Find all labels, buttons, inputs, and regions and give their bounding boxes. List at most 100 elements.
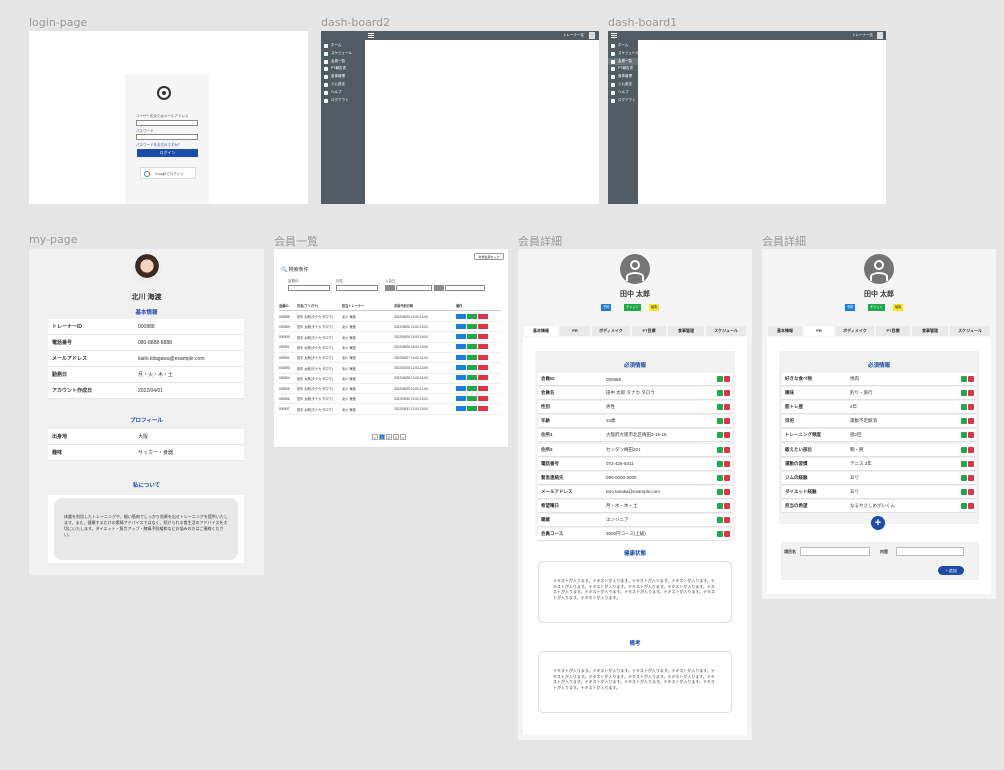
table-row[interactable]: 000896 田中 太郎(タナカ タロウ) 北川 海渡 2022/05/30 12:0… xyxy=(279,394,501,405)
new-member-button[interactable]: 新規会員を入力 xyxy=(474,253,504,260)
detail-button[interactable] xyxy=(456,365,466,370)
date-to-input[interactable] xyxy=(434,285,444,291)
delete-icon[interactable] xyxy=(968,446,974,453)
delete-button[interactable] xyxy=(478,365,488,370)
sidebar-item-reports[interactable]: PT報告書 xyxy=(321,65,365,73)
edit-icon[interactable] xyxy=(961,376,967,383)
menu-icon[interactable] xyxy=(611,33,617,38)
delete-button[interactable] xyxy=(478,395,488,401)
table-row[interactable]: 000888 田中 太郎(タナカ タロウ) 北川 海渡 2022/05/25 12:0… xyxy=(279,312,501,322)
delete-button[interactable] xyxy=(478,334,488,340)
delete-icon[interactable] xyxy=(968,390,974,397)
detail-button[interactable] xyxy=(456,313,466,319)
delete-icon[interactable] xyxy=(724,488,730,495)
page-button[interactable]: 1 xyxy=(379,434,385,440)
tab-2[interactable]: ボディメイク xyxy=(836,326,874,336)
sidebar-item-members[interactable]: 会員一覧 xyxy=(608,57,638,66)
login-button[interactable]: ログイン xyxy=(137,149,198,157)
delete-icon[interactable] xyxy=(724,474,730,481)
username-input[interactable] xyxy=(136,120,198,126)
user-avatar[interactable] xyxy=(877,32,883,39)
add-item-button[interactable]: + 追加 xyxy=(938,566,964,575)
delete-button[interactable] xyxy=(478,344,488,350)
delete-icon[interactable] xyxy=(724,446,730,453)
page-button[interactable]: > xyxy=(400,434,406,440)
page-button[interactable]: 3 xyxy=(393,434,399,440)
edit-button[interactable] xyxy=(467,365,477,370)
table-row[interactable]: 000890 田中 太郎(タナカ タロウ) 北川 海渡 2022/05/26 15:0… xyxy=(279,333,501,343)
edit-icon[interactable] xyxy=(961,488,967,495)
edit-icon[interactable] xyxy=(717,488,723,495)
table-row[interactable]: 000894 田中 太郎(タナカ タロウ) 北川 海渡 2022/05/28 13:0… xyxy=(279,374,501,384)
edit-icon[interactable] xyxy=(717,418,723,425)
delete-icon[interactable] xyxy=(724,390,730,397)
date-to-value-input[interactable] xyxy=(445,285,485,291)
edit-icon[interactable] xyxy=(717,531,723,538)
page-button[interactable]: 2 xyxy=(386,434,392,440)
chat-button[interactable]: チャット xyxy=(868,304,885,311)
delete-icon[interactable] xyxy=(724,432,730,439)
edit-button[interactable] xyxy=(467,334,477,340)
sidebar-item-schedule[interactable]: スケジュール xyxy=(321,50,365,58)
edit-icon[interactable] xyxy=(961,446,967,453)
sidebar-item-help[interactable]: ヘルプ xyxy=(608,89,638,97)
add-item-plus-icon[interactable]: + xyxy=(871,516,885,530)
tab-5[interactable]: スケジュール xyxy=(950,326,990,336)
edit-icon[interactable] xyxy=(717,432,723,439)
edit-button[interactable]: 編集 xyxy=(649,304,660,311)
tab-1[interactable]: PR xyxy=(804,326,834,336)
sidebar-item-home[interactable]: ホーム xyxy=(321,42,365,50)
table-row[interactable]: 000891 田中 太郎(タナカ タロウ) 北川 海渡 2022/05/26 18:0… xyxy=(279,343,501,353)
delete-icon[interactable] xyxy=(724,502,730,509)
member-id-input[interactable] xyxy=(288,285,330,291)
edit-icon[interactable] xyxy=(717,474,723,481)
edit-icon[interactable] xyxy=(961,390,967,397)
menu-icon[interactable] xyxy=(368,33,374,38)
detail-button[interactable] xyxy=(456,334,466,340)
tab-4[interactable]: 食事管理 xyxy=(912,326,948,336)
trainer-name[interactable]: トレーナー名 xyxy=(852,33,873,38)
sidebar-item-gym[interactable]: ジム設定 xyxy=(608,81,638,89)
tab-1[interactable]: PR xyxy=(560,326,590,336)
delete-icon[interactable] xyxy=(968,460,974,467)
delete-icon[interactable] xyxy=(724,531,730,538)
delete-icon[interactable] xyxy=(724,460,730,467)
item-name-input[interactable] xyxy=(800,547,870,556)
delete-icon[interactable] xyxy=(968,432,974,439)
delete-icon[interactable] xyxy=(724,517,730,524)
table-row[interactable]: 000889 田中 太郎(タナカ タロウ) 北川 海渡 2022/05/26 12:0… xyxy=(279,322,501,333)
tab-4[interactable]: 食事管理 xyxy=(668,326,704,336)
tab-2[interactable]: ボディメイク xyxy=(592,326,630,336)
forgot-password-link[interactable]: パスワードをお忘れですか？ xyxy=(136,143,181,148)
sidebar-item-members[interactable]: 会員一覧 xyxy=(321,58,365,66)
edit-icon[interactable] xyxy=(717,390,723,397)
sidebar-item-help[interactable]: ヘルプ xyxy=(321,89,365,97)
detail-button[interactable] xyxy=(456,395,466,401)
edit-icon[interactable] xyxy=(961,418,967,425)
password-input[interactable] xyxy=(136,134,198,140)
trainer-name[interactable]: トレーナー名 xyxy=(563,33,584,38)
item-content-input[interactable] xyxy=(896,547,964,556)
sidebar-item-meals[interactable]: 食事管理 xyxy=(608,73,638,81)
table-row[interactable]: 000897 田中 太郎(タナカ タロウ) 北川 海渡 2022/05/31 12:0… xyxy=(279,405,501,415)
detail-button[interactable] xyxy=(456,344,466,350)
date-input[interactable] xyxy=(396,285,432,291)
edit-icon[interactable] xyxy=(717,446,723,453)
detail-button[interactable] xyxy=(456,406,466,412)
tab-0[interactable]: 基本情報 xyxy=(524,326,558,336)
edit-icon[interactable] xyxy=(961,502,967,509)
tab-3[interactable]: PT目標 xyxy=(876,326,910,336)
delete-icon[interactable] xyxy=(968,404,974,411)
table-row[interactable]: 000895 田中 太郎(タナカ タロウ) 北川 海渡 2022/05/29 10:0… xyxy=(279,384,501,395)
detail-button[interactable] xyxy=(456,323,466,329)
user-avatar[interactable] xyxy=(589,32,595,39)
edit-icon[interactable] xyxy=(717,460,723,467)
delete-button[interactable] xyxy=(478,323,488,329)
delete-icon[interactable] xyxy=(968,376,974,383)
table-row[interactable]: 000892 田中 太郎(タナカ タロウ) 北川 海渡 2022/05/27 10:0… xyxy=(279,353,501,364)
tab-0[interactable]: 基本情報 xyxy=(768,326,802,336)
edit-icon[interactable] xyxy=(717,404,723,411)
reserve-button[interactable]: 予約 xyxy=(845,304,856,311)
delete-button[interactable] xyxy=(478,406,488,412)
delete-icon[interactable] xyxy=(724,376,730,383)
